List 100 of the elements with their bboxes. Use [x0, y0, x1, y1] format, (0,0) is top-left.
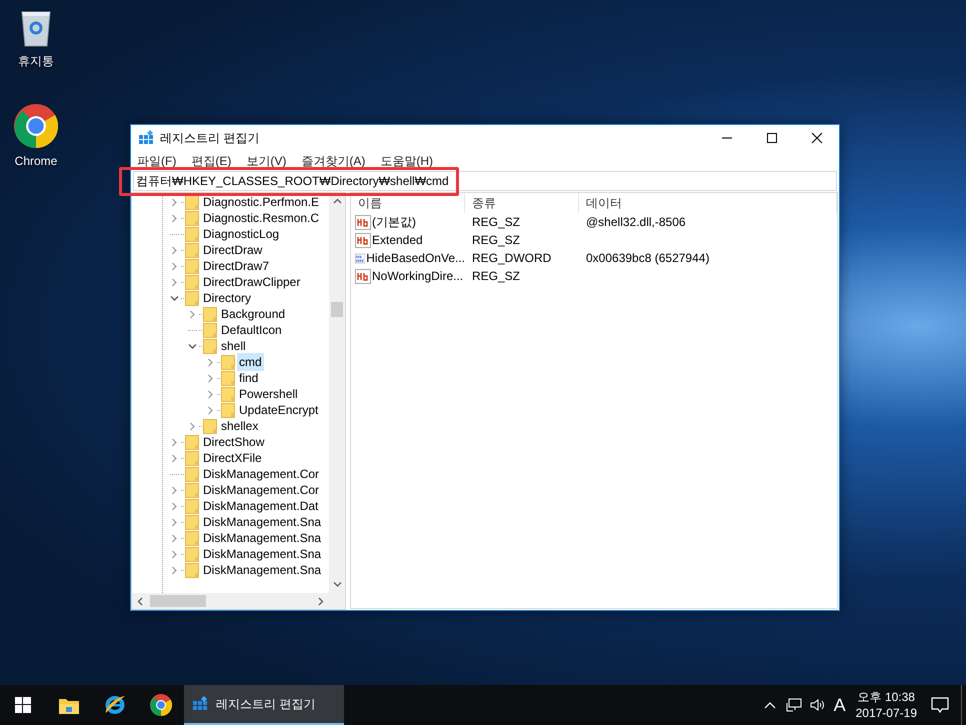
registry-icon — [192, 696, 208, 712]
value-name[interactable]: NoWorkingDire... — [372, 267, 464, 285]
collapsed-chevron-icon[interactable] — [206, 374, 215, 382]
tree-item[interactable]: DirectXFile — [201, 449, 264, 467]
collapsed-chevron-icon[interactable] — [206, 358, 215, 366]
scrollbar-thumb[interactable] — [331, 302, 343, 317]
menu-item[interactable]: 보기(V) — [246, 152, 286, 170]
tree-item[interactable]: DiskManagement.Sna — [201, 561, 324, 579]
clock[interactable]: 오후 10:38 2017-07-19 — [856, 689, 917, 721]
collapsed-chevron-icon[interactable] — [170, 486, 179, 494]
folder-icon — [185, 562, 199, 578]
value-type: REG_SZ — [472, 269, 520, 283]
folder-icon — [185, 450, 199, 466]
collapsed-chevron-icon[interactable] — [188, 422, 197, 430]
binary-value-icon — [355, 250, 366, 266]
scroll-right-icon[interactable] — [316, 596, 325, 606]
value-data: @shell32.dll,-8506 — [586, 215, 686, 229]
tree-item[interactable]: cmd — [237, 353, 264, 371]
menu-item[interactable]: 파일(F) — [137, 152, 176, 170]
scroll-down-icon[interactable] — [332, 580, 342, 589]
tree-item[interactable]: Diagnostic.Perfmon.E — [201, 193, 322, 211]
chrome-icon[interactable] — [14, 104, 58, 148]
tree-item[interactable]: DirectShow — [201, 433, 266, 451]
collapsed-chevron-icon[interactable] — [188, 310, 197, 318]
collapsed-chevron-icon[interactable] — [206, 390, 215, 398]
folder-icon — [185, 242, 199, 258]
folder-icon — [221, 354, 235, 370]
browser-e-icon — [104, 694, 126, 716]
folder-icon — [185, 482, 199, 498]
tree-item[interactable]: shell — [219, 337, 248, 355]
collapsed-chevron-icon[interactable] — [170, 502, 179, 510]
collapsed-chevron-icon[interactable] — [170, 214, 179, 222]
window-title: 레지스트리 편집기 — [160, 130, 260, 147]
tree-item[interactable]: shellex — [219, 417, 260, 435]
collapsed-chevron-icon[interactable] — [206, 406, 215, 414]
folder-icon — [185, 226, 199, 242]
tree-item[interactable]: DefaultIcon — [219, 321, 284, 339]
input-method-indicator[interactable]: A — [834, 692, 846, 718]
column-header[interactable]: 종류 — [465, 193, 579, 213]
chevron-up-icon[interactable] — [764, 701, 776, 709]
tree-item[interactable]: DiagnosticLog — [201, 225, 282, 243]
collapsed-chevron-icon[interactable] — [170, 454, 179, 462]
folder-icon — [185, 210, 199, 226]
address-field[interactable]: 컴퓨터₩HKEY_CLASSES_ROOT₩Directory₩shell₩cmd — [133, 171, 837, 191]
tree-item[interactable]: DiskManagement.Cor — [201, 465, 322, 483]
folder-icon — [185, 498, 199, 514]
string-value-icon — [355, 232, 371, 248]
registry-icon — [138, 130, 154, 146]
tree-item[interactable]: DiskManagement.Cor — [201, 481, 322, 499]
collapsed-chevron-icon[interactable] — [170, 262, 179, 270]
tree-item[interactable]: DirectDraw — [201, 241, 264, 259]
menu-item[interactable]: 즐겨찾기(A) — [301, 152, 366, 170]
collapsed-chevron-icon[interactable] — [170, 550, 179, 558]
collapsed-chevron-icon[interactable] — [170, 518, 179, 526]
tree-item[interactable]: Diagnostic.Resmon.C — [201, 209, 322, 227]
taskbar-app-label: 레지스트리 편집기 — [216, 696, 316, 713]
tree-item[interactable]: DirectDrawClipper — [201, 273, 302, 291]
scroll-up-icon[interactable] — [332, 197, 342, 206]
tree-item[interactable]: DiskManagement.Sna — [201, 513, 324, 531]
value-data: 0x00639bc8 (6527944) — [586, 251, 710, 265]
value-name[interactable]: HideBasedOnVe... — [366, 249, 465, 267]
tree-item[interactable]: DirectDraw7 — [201, 257, 272, 275]
collapsed-chevron-icon[interactable] — [170, 566, 179, 574]
expanded-chevron-icon[interactable] — [170, 294, 179, 302]
expanded-chevron-icon[interactable] — [188, 342, 197, 350]
collapsed-chevron-icon[interactable] — [170, 246, 179, 254]
column-header[interactable]: 데이터 — [579, 193, 837, 213]
tree-item[interactable]: DiskManagement.Sna — [201, 545, 324, 563]
vertical-scrollbar[interactable] — [329, 193, 345, 593]
string-value-icon — [355, 268, 371, 284]
tree-item[interactable]: find — [237, 369, 260, 387]
collapsed-chevron-icon[interactable] — [170, 278, 179, 286]
notification-icon[interactable] — [931, 697, 949, 713]
value-type: REG_DWORD — [472, 251, 552, 265]
tree-item[interactable]: DiskManagement.Dat — [201, 497, 320, 515]
chrome-icon — [150, 694, 172, 716]
tree-item[interactable]: Powershell — [237, 385, 300, 403]
menu-item[interactable]: 편집(E) — [191, 152, 232, 170]
scroll-left-icon[interactable] — [136, 596, 145, 606]
collapsed-chevron-icon[interactable] — [170, 198, 179, 206]
tree-item[interactable]: Directory — [201, 289, 254, 307]
collapsed-chevron-icon[interactable] — [170, 438, 179, 446]
menu-item[interactable]: 도움말(H) — [380, 152, 433, 170]
clock-time: 오후 10:38 — [858, 689, 915, 705]
tree-item[interactable]: UpdateEncrypt — [237, 401, 320, 419]
desktop-icon-label[interactable]: 휴지통 — [18, 52, 54, 70]
scrollbar-thumb[interactable] — [150, 595, 206, 607]
taskbar-app-button[interactable]: 레지스트리 편집기 — [184, 685, 344, 725]
volume-icon[interactable] — [810, 698, 826, 712]
horizontal-scrollbar[interactable] — [132, 593, 345, 609]
collapsed-chevron-icon[interactable] — [170, 534, 179, 542]
clock-date: 2017-07-19 — [856, 705, 917, 721]
tree-item[interactable]: DiskManagement.Sna — [201, 529, 324, 547]
column-header[interactable]: 이름 — [351, 193, 465, 213]
windows-logo-icon — [15, 697, 31, 713]
tree-item[interactable]: Background — [219, 305, 288, 323]
value-name[interactable]: (기본값) — [372, 213, 416, 231]
network-icon[interactable] — [786, 698, 802, 712]
desktop-icon-label[interactable]: Chrome — [14, 152, 58, 170]
value-name[interactable]: Extended — [372, 231, 423, 249]
